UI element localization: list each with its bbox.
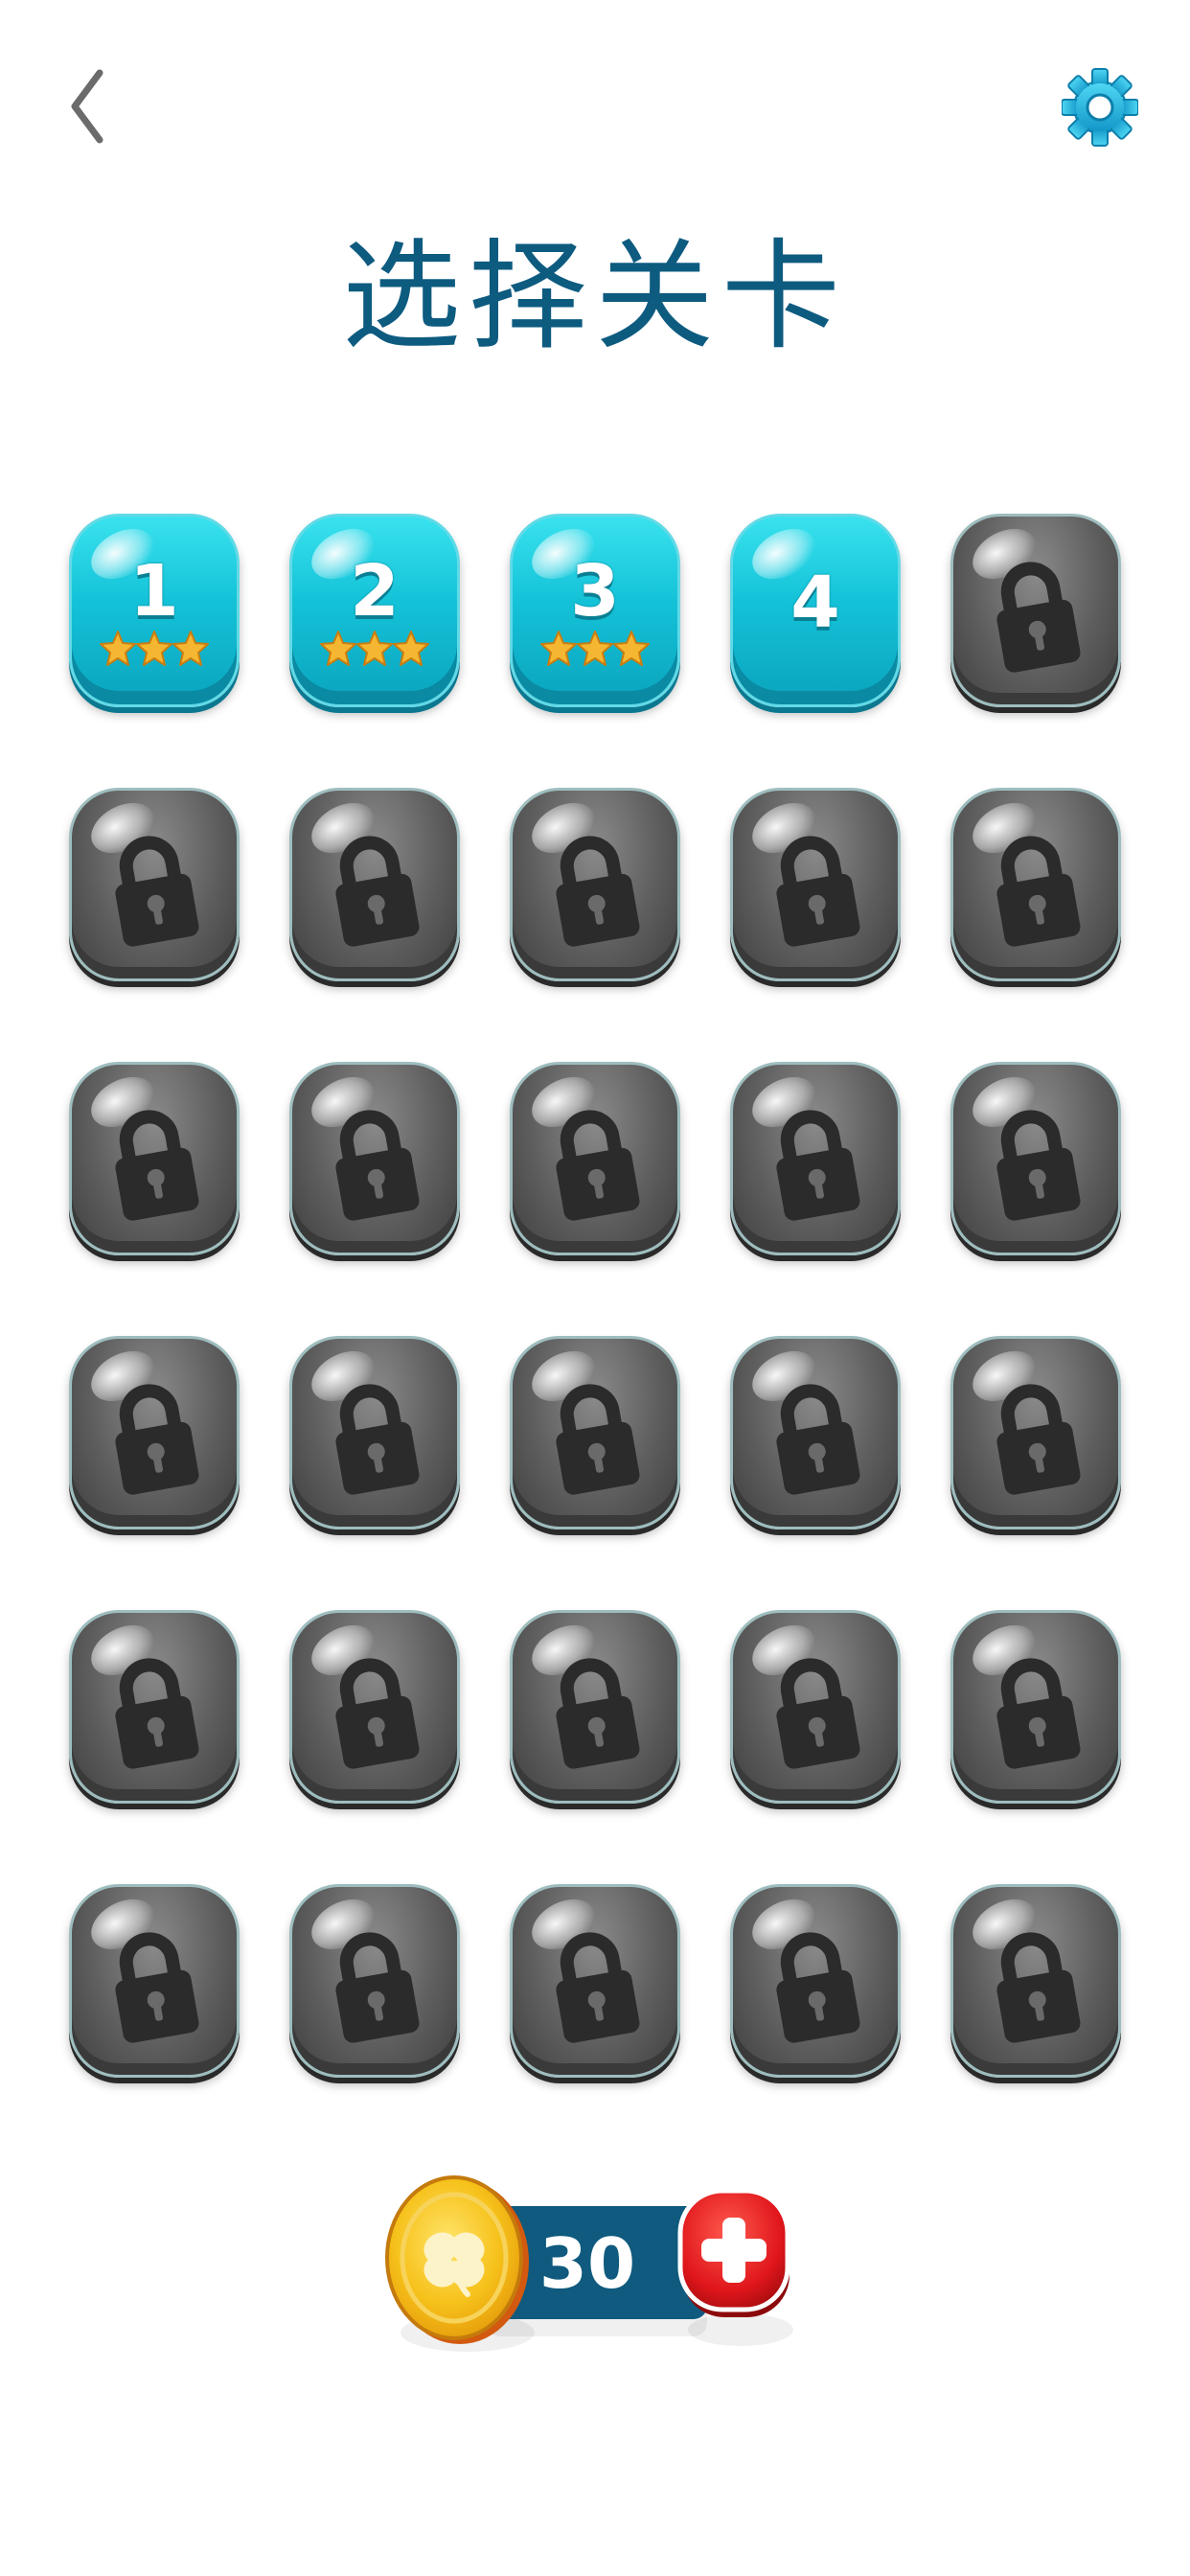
star-icon — [540, 631, 577, 666]
locked-level-tile[interactable] — [510, 788, 680, 981]
lock-icon — [776, 1384, 860, 1495]
locked-level-tile[interactable] — [69, 1610, 240, 1804]
settings-button[interactable] — [1061, 59, 1139, 151]
lock-icon — [556, 1110, 640, 1221]
level-stars — [513, 630, 677, 672]
back-button[interactable] — [59, 63, 117, 150]
locked-level-tile[interactable] — [289, 1884, 460, 2078]
coin-balance: 30 — [381, 2170, 803, 2380]
locked-level-tile[interactable] — [69, 788, 240, 981]
level-tile-2[interactable]: 2 — [289, 514, 460, 707]
lock-icon — [556, 1658, 640, 1769]
lock-icon — [996, 1110, 1081, 1221]
chevron-left-icon — [71, 69, 103, 144]
lock-icon — [115, 1384, 199, 1495]
lock-icon — [996, 1384, 1081, 1495]
lock-icon — [776, 1658, 860, 1769]
locked-level-tile[interactable] — [950, 1610, 1121, 1804]
level-number: 1 — [129, 550, 179, 632]
gear-icon — [1061, 68, 1139, 147]
level-tile-4[interactable]: 4 — [730, 514, 901, 707]
lock-icon — [996, 1932, 1081, 2043]
locked-level-tile[interactable] — [289, 1610, 460, 1804]
locked-level-tile[interactable] — [950, 1336, 1121, 1530]
lock-icon — [776, 1110, 860, 1221]
lock-icon — [996, 1658, 1081, 1769]
locked-level-tile[interactable] — [950, 514, 1121, 707]
page-title: 选择关卡 — [341, 228, 848, 366]
lock-icon — [996, 562, 1081, 673]
lock-icon — [776, 1932, 860, 2043]
lock-icon — [335, 1658, 420, 1769]
star-icon — [136, 631, 172, 666]
lock-icon — [556, 836, 640, 947]
locked-level-tile[interactable] — [510, 1884, 680, 2078]
lock-icon — [115, 836, 199, 947]
lock-icon — [115, 1658, 199, 1769]
star-icon — [577, 631, 613, 666]
star-icon — [320, 631, 356, 666]
star-icon — [100, 631, 136, 666]
locked-level-tile[interactable] — [950, 788, 1121, 981]
level-stars — [292, 630, 457, 672]
locked-level-tile[interactable] — [730, 1336, 901, 1530]
locked-level-tile[interactable] — [510, 1610, 680, 1804]
lock-icon — [115, 1932, 199, 2043]
locked-level-tile[interactable] — [510, 1336, 680, 1530]
plus-icon — [677, 2188, 790, 2317]
lock-icon — [556, 1932, 640, 2043]
locked-level-tile[interactable] — [69, 1336, 240, 1530]
level-tile-3[interactable]: 3 — [510, 514, 680, 707]
level-tile-1[interactable]: 1 — [69, 514, 240, 707]
star-icon — [356, 631, 393, 666]
level-number: 2 — [350, 550, 400, 632]
lock-icon — [115, 1110, 199, 1221]
locked-level-tile[interactable] — [730, 1884, 901, 2078]
locked-level-tile[interactable] — [950, 1062, 1121, 1255]
lock-icon — [776, 836, 860, 947]
level-number: 4 — [790, 562, 840, 644]
level-select-screen: 选择关卡 1 2 3 4 30 — [0, 0, 1190, 2576]
locked-level-tile[interactable] — [950, 1884, 1121, 2078]
locked-level-tile[interactable] — [730, 1610, 901, 1804]
locked-level-tile[interactable] — [289, 788, 460, 981]
lock-icon — [335, 836, 420, 947]
locked-level-tile[interactable] — [289, 1336, 460, 1530]
locked-level-tile[interactable] — [730, 788, 901, 981]
star-icon — [172, 631, 209, 666]
level-stars — [72, 630, 237, 672]
lock-icon — [556, 1384, 640, 1495]
level-grid: 1 2 3 4 — [69, 514, 1123, 2078]
locked-level-tile[interactable] — [510, 1062, 680, 1255]
locked-level-tile[interactable] — [730, 1062, 901, 1255]
star-icon — [613, 631, 650, 666]
clover-coin-icon — [381, 2170, 535, 2352]
lock-icon — [335, 1110, 420, 1221]
lock-icon — [996, 836, 1081, 947]
lock-icon — [335, 1932, 420, 2043]
locked-level-tile[interactable] — [69, 1884, 240, 2078]
lock-icon — [335, 1384, 420, 1495]
level-number: 3 — [570, 550, 620, 632]
add-coins-button[interactable] — [675, 2187, 797, 2331]
locked-level-tile[interactable] — [69, 1062, 240, 1255]
star-icon — [393, 631, 429, 666]
locked-level-tile[interactable] — [289, 1062, 460, 1255]
